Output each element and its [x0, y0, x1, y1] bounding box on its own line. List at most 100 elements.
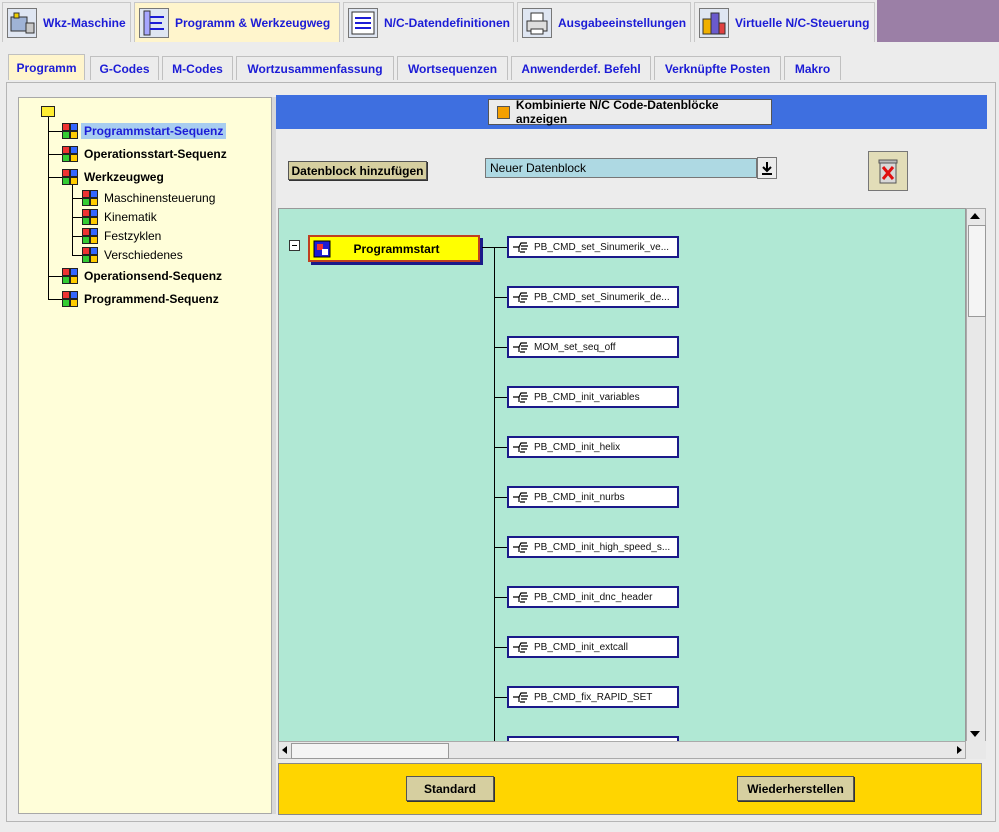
tree-line	[72, 198, 82, 199]
vertical-scroll-thumb[interactable]	[968, 225, 986, 317]
sequence-canvas: Programmstart PB_CMD_set_Sinumerik_ve...…	[278, 208, 966, 742]
standard-button[interactable]: Standard	[406, 776, 494, 801]
connector-line	[494, 247, 507, 248]
checkbox-icon	[497, 105, 510, 119]
show-combined-blocks-toggle[interactable]: Kombinierte N/C Code-Datenblöcke anzeige…	[488, 98, 772, 126]
connector-line	[494, 397, 507, 398]
sequence-block[interactable]: PB_CMD_fix_RAPID_SET	[507, 686, 679, 708]
subtab-m-codes[interactable]: M-Codes	[162, 56, 233, 80]
vertical-scrollbar[interactable]	[966, 208, 986, 742]
panel-splitter[interactable]	[272, 97, 276, 814]
tree-root[interactable]	[41, 102, 55, 120]
sequence-block-label: PB_CMD_init_variables	[534, 391, 640, 403]
cube-icon	[82, 228, 98, 244]
sequence-block-label: PB_CMD_init_high_speed_s...	[534, 541, 671, 553]
connector-line	[494, 247, 495, 741]
program-toolpath-icon	[139, 7, 169, 38]
tree-line	[48, 131, 62, 132]
tree-item-maschinensteuerung[interactable]: Maschinensteuerung	[82, 189, 218, 207]
new-block-select[interactable]: Neuer Datenblock	[485, 158, 757, 178]
tree-item-werkzeugweg[interactable]: Werkzeugweg	[62, 168, 167, 186]
connector-line	[494, 447, 507, 448]
program-start-label: Programmstart	[353, 241, 440, 256]
tab-nc-datendefinitionen[interactable]: N/C-Datendefinitionen	[343, 2, 514, 42]
cube-icon	[82, 247, 98, 263]
connector-line	[494, 297, 507, 298]
show-combined-blocks-label: Kombinierte N/C Code-Datenblöcke anzeige…	[515, 98, 719, 126]
tab-programm-werkzeugweg[interactable]: Programm & Werkzeugweg	[134, 2, 340, 42]
cube-icon	[82, 190, 98, 206]
hand-pointer-icon	[512, 690, 530, 704]
tree-line	[48, 276, 62, 277]
trash-button[interactable]	[868, 151, 908, 191]
scroll-left-icon[interactable]	[282, 746, 287, 754]
tab-ausgabeeinstellungen[interactable]: Ausgabeeinstellungen	[517, 2, 691, 42]
sequence-block[interactable]: PB_CMD_init_nurbs	[507, 486, 679, 508]
subtab-g-codes[interactable]: G-Codes	[90, 56, 159, 80]
sequence-block[interactable]: MOM_set_seq_off	[507, 336, 679, 358]
sequence-block-label: MOM_set_seq_off	[534, 341, 616, 353]
sequence-block-label: PB_CMD_fix_RAPID_SET	[534, 691, 653, 703]
tree-item-programmstart-sequenz[interactable]: Programmstart-Sequenz	[62, 122, 227, 140]
sequence-block[interactable]: PB_CMD_set_Sinumerik_ve...	[507, 236, 679, 258]
sequence-block[interactable]: PB_CMD_init_dnc_header	[507, 586, 679, 608]
tree-line	[72, 184, 73, 255]
scroll-down-icon[interactable]	[970, 731, 980, 737]
connector-line	[494, 497, 507, 498]
sequence-block[interactable]: PB_CMD_init_helix	[507, 436, 679, 458]
tree-item-operationsend-sequenz[interactable]: Operationsend-Sequenz	[62, 267, 225, 285]
tab-bar-filler	[877, 0, 999, 42]
sequence-block-label: PB_CMD_init_dnc_header	[534, 591, 653, 603]
scroll-right-icon[interactable]	[957, 746, 962, 754]
sequence-block[interactable]: PB_CMD_set_Sinumerik_de...	[507, 286, 679, 308]
tree-item-festzyklen[interactable]: Festzyklen	[82, 227, 164, 245]
sequence-block[interactable]: PB_CMD_init_high_speed_s...	[507, 536, 679, 558]
connector-line	[494, 697, 507, 698]
tree-item-programmend-sequenz[interactable]: Programmend-Sequenz	[62, 290, 222, 308]
tree-item-label: Kinematik	[104, 210, 157, 224]
dropdown-arrow-button[interactable]	[757, 157, 777, 179]
cube-icon	[62, 268, 78, 284]
restore-button[interactable]: Wiederherstellen	[737, 776, 854, 801]
cube-icon	[62, 146, 78, 162]
cube-icon	[82, 209, 98, 225]
tree-line	[72, 236, 82, 237]
add-block-button[interactable]: Datenblock hinzufügen	[288, 161, 427, 180]
sequence-block[interactable]: PB_CMD_init_variables	[507, 386, 679, 408]
tree-line	[48, 114, 49, 300]
nc-data-definitions-icon	[348, 7, 378, 38]
tree-item-operationsstart-sequenz[interactable]: Operationsstart-Sequenz	[62, 145, 230, 163]
sequence-block-icon	[313, 240, 331, 257]
subtab-anwenderdef-befehl[interactable]: Anwenderdef. Befehl	[511, 56, 651, 80]
sequence-block[interactable]: PB_CMD_init_extcall	[507, 636, 679, 658]
virtual-nc-controller-icon	[699, 7, 729, 38]
sequence-block-label: PB_CMD_init_nurbs	[534, 491, 625, 503]
folder-icon	[41, 105, 55, 117]
tree-item-kinematik[interactable]: Kinematik	[82, 208, 160, 226]
tab-wkz-maschine[interactable]: Wkz-Maschine	[2, 2, 131, 42]
subtab-wortzusammenfassung[interactable]: Wortzusammenfassung	[236, 56, 394, 80]
tree-item-label: Operationsend-Sequenz	[84, 269, 223, 283]
subtab-makro[interactable]: Makro	[784, 56, 841, 80]
subtab-programm[interactable]: Programm	[8, 54, 85, 80]
subtab-verknuepfte-posten[interactable]: Verknüpfte Posten	[654, 56, 781, 80]
subtab-wortsequenzen[interactable]: Wortsequenzen	[397, 56, 508, 80]
tree-line	[48, 177, 62, 178]
hand-pointer-icon	[512, 490, 530, 504]
scroll-up-icon[interactable]	[970, 213, 980, 219]
sequence-block-label: PB_CMD_set_Sinumerik_ve...	[534, 241, 670, 253]
hand-pointer-icon	[512, 640, 530, 654]
horizontal-scroll-thumb[interactable]	[291, 743, 449, 759]
printer-icon	[522, 7, 552, 38]
collapse-toggle[interactable]	[289, 240, 300, 251]
tree-line	[72, 217, 82, 218]
tree-item-verschiedenes[interactable]: Verschiedenes	[82, 246, 186, 264]
horizontal-scrollbar[interactable]	[278, 741, 966, 759]
tab-virtuelle-nc-steuerung[interactable]: Virtuelle N/C-Steuerung	[694, 2, 875, 42]
hand-pointer-icon	[512, 240, 530, 254]
connector-line	[494, 347, 507, 348]
connector-line	[494, 597, 507, 598]
tree-line	[72, 255, 82, 256]
hand-pointer-icon	[512, 540, 530, 554]
program-start-block[interactable]: Programmstart	[308, 235, 480, 262]
